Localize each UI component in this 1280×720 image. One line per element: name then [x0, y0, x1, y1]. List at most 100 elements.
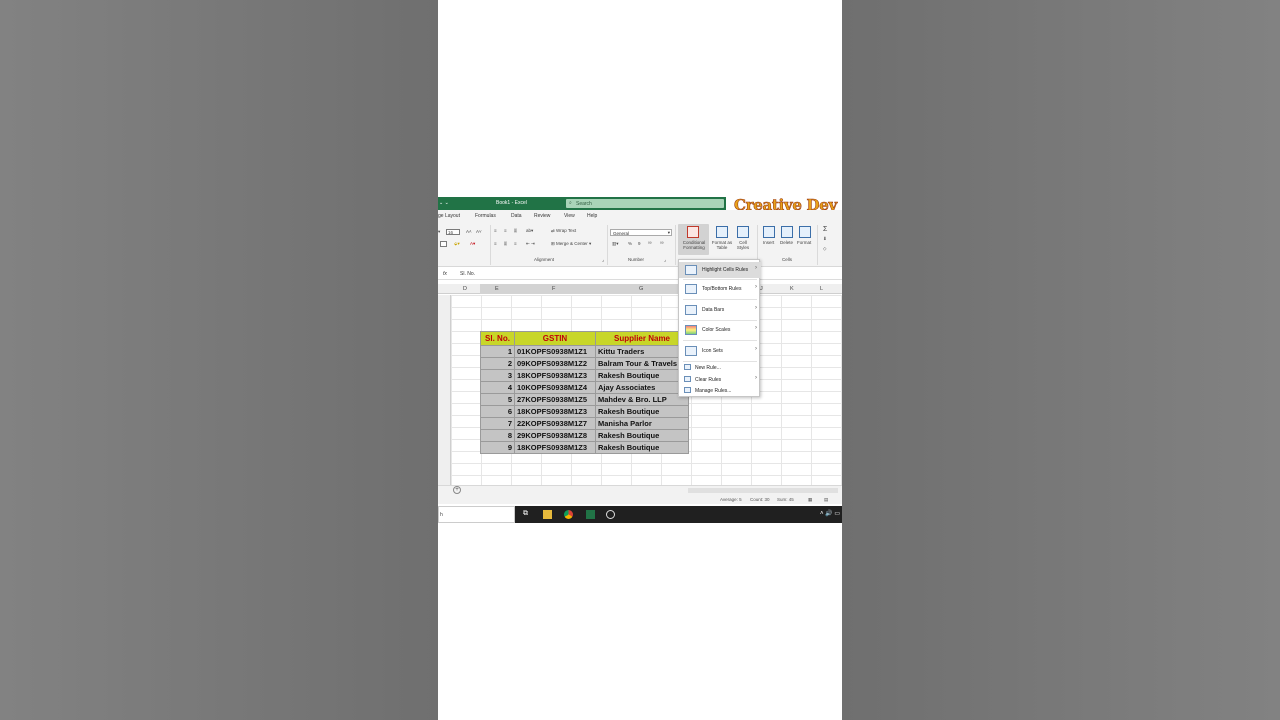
- cell-gstin[interactable]: 29KOPFS0938M1Z8: [514, 429, 596, 442]
- format-label[interactable]: Format: [797, 240, 811, 245]
- percent-icon[interactable]: %: [628, 241, 632, 246]
- align-middle-icon[interactable]: ≡: [504, 228, 507, 233]
- delete-icon[interactable]: [781, 226, 793, 238]
- format-as-table-icon[interactable]: [716, 226, 728, 238]
- fill-color-icon[interactable]: ⬙▾: [454, 241, 460, 247]
- header-gstin[interactable]: GSTIN: [514, 331, 596, 346]
- file-explorer-icon[interactable]: [543, 510, 552, 519]
- align-left-icon[interactable]: ≡: [494, 241, 497, 246]
- system-tray-icons[interactable]: ˄ 🔊 ▭: [820, 510, 840, 517]
- column-header-d[interactable]: D: [463, 286, 467, 292]
- cell-sl-no[interactable]: 1: [480, 345, 515, 358]
- tab-help[interactable]: Help: [587, 213, 597, 219]
- cell-gstin[interactable]: 18KOPFS0938M1Z3: [514, 405, 596, 418]
- normal-view-icon[interactable]: ▦: [808, 497, 812, 503]
- autosum-icon[interactable]: Σ: [823, 226, 827, 233]
- align-center-icon[interactable]: ≡: [504, 241, 507, 246]
- column-header-f[interactable]: F: [552, 286, 555, 292]
- add-sheet-button[interactable]: +: [453, 486, 461, 494]
- align-bottom-icon[interactable]: ≡: [514, 228, 517, 233]
- cell-gstin[interactable]: 18KOPFS0938M1Z3: [514, 369, 596, 382]
- format-as-table-label[interactable]: Format as Table: [710, 240, 734, 250]
- clear-icon[interactable]: ◇: [823, 246, 826, 252]
- cell-sl-no[interactable]: 4: [480, 381, 515, 394]
- cell-supplier-name[interactable]: Manisha Parlor: [595, 417, 689, 430]
- cell-gstin[interactable]: 01KOPFS0938M1Z1: [514, 345, 596, 358]
- increase-decimal-icon[interactable]: ⁰⁰: [648, 241, 652, 247]
- cell-supplier-name[interactable]: Rakesh Boutique: [595, 405, 689, 418]
- column-header-k[interactable]: K: [790, 286, 794, 292]
- quick-access-controls[interactable]: ⌄ ⌄: [439, 200, 449, 206]
- orientation-icon[interactable]: ab▾: [526, 228, 533, 234]
- page-layout-view-icon[interactable]: ▤: [824, 497, 828, 503]
- cell-sl-no[interactable]: 5: [480, 393, 515, 406]
- menu-item-new-rule[interactable]: New Rule...: [679, 362, 761, 373]
- tab-page-layout[interactable]: ge Layout: [438, 213, 460, 219]
- cell-supplier-name[interactable]: Rakesh Boutique: [595, 369, 689, 382]
- column-header-g[interactable]: G: [639, 286, 643, 292]
- border-icon[interactable]: [440, 241, 447, 247]
- column-header-e[interactable]: E: [495, 286, 499, 292]
- menu-item-manage-rules[interactable]: Manage Rules...: [679, 385, 761, 396]
- cell-sl-no[interactable]: 2: [480, 357, 515, 370]
- font-color-icon[interactable]: A▾: [470, 241, 475, 247]
- cell-gstin[interactable]: 22KOPFS0938M1Z7: [514, 417, 596, 430]
- currency-icon[interactable]: ▥▾: [612, 241, 619, 247]
- cell-supplier-name[interactable]: Balram Tour & Travels: [595, 357, 689, 370]
- search-box[interactable]: ⌕ Search: [566, 199, 724, 208]
- format-icon[interactable]: [799, 226, 811, 238]
- cell-supplier-name[interactable]: Rakesh Boutique: [595, 429, 689, 442]
- decrease-decimal-icon[interactable]: ⁰⁰: [660, 241, 664, 247]
- menu-item-clear-rules[interactable]: Clear Rules ›: [679, 374, 761, 385]
- tab-view[interactable]: View: [564, 213, 575, 219]
- cell-supplier-name[interactable]: Rakesh Boutique: [595, 441, 689, 454]
- chrome-icon[interactable]: [564, 510, 573, 519]
- cell-gstin[interactable]: 27KOPFS0938M1Z5: [514, 393, 596, 406]
- dialog-launcher-icon[interactable]: ⌟: [602, 257, 604, 263]
- menu-item-color-scales[interactable]: Color Scales ›: [679, 322, 761, 338]
- header-sl-no[interactable]: Sl. No.: [480, 331, 515, 346]
- tab-formulas[interactable]: Formulas: [475, 213, 496, 219]
- delete-label[interactable]: Delete: [780, 240, 793, 245]
- cell-supplier-name[interactable]: Ajay Associates: [595, 381, 689, 394]
- taskbar-search[interactable]: h: [438, 506, 515, 523]
- menu-item-icon-sets[interactable]: Icon Sets ›: [679, 343, 761, 359]
- decrease-font-icon[interactable]: A˅: [476, 229, 482, 234]
- merge-center-button[interactable]: ⊞ Merge & Center ▾: [551, 241, 591, 247]
- cell-sl-no[interactable]: 8: [480, 429, 515, 442]
- insert-icon[interactable]: [763, 226, 775, 238]
- cell-gstin[interactable]: 10KOPFS0938M1Z4: [514, 381, 596, 394]
- dialog-launcher-icon[interactable]: ⌟: [664, 257, 666, 263]
- task-view-icon[interactable]: ⧉: [523, 510, 532, 519]
- menu-item-data-bars[interactable]: Data Bars ›: [679, 302, 761, 318]
- tab-data[interactable]: Data: [511, 213, 522, 219]
- menu-item-highlight-cells-rules[interactable]: Highlight Cells Rules ›: [679, 262, 761, 278]
- cell-sl-no[interactable]: 9: [480, 441, 515, 454]
- align-top-icon[interactable]: ≡: [494, 228, 497, 233]
- cell-supplier-name[interactable]: Kittu Traders: [595, 345, 689, 358]
- font-name-fragment[interactable]: ▾: [438, 229, 440, 235]
- wrap-text-button[interactable]: ⇌ Wrap Text: [551, 228, 576, 234]
- cell-styles-label[interactable]: Cell Styles: [734, 240, 752, 250]
- insert-label[interactable]: Insert: [763, 240, 774, 245]
- cell-sl-no[interactable]: 3: [480, 369, 515, 382]
- horizontal-scrollbar[interactable]: [688, 488, 838, 493]
- header-supplier-name[interactable]: Supplier Name: [595, 331, 689, 346]
- align-right-icon[interactable]: ≡: [514, 241, 517, 246]
- comma-icon[interactable]: 9: [638, 241, 641, 246]
- cell-sl-no[interactable]: 6: [480, 405, 515, 418]
- formula-input[interactable]: Sl. No.: [460, 271, 475, 277]
- app-icon[interactable]: [606, 510, 615, 519]
- cell-gstin[interactable]: 09KOPFS0938M1Z2: [514, 357, 596, 370]
- cell-supplier-name[interactable]: Mahdev & Bro. LLP: [595, 393, 689, 406]
- menu-item-top-bottom-rules[interactable]: Top/Bottom Rules ›: [679, 281, 761, 297]
- tab-review[interactable]: Review: [534, 213, 550, 219]
- fill-icon[interactable]: ⬇: [823, 236, 827, 242]
- indent-icon[interactable]: ⇤ ⇥: [526, 241, 535, 247]
- cell-gstin[interactable]: 18KOPFS0938M1Z3: [514, 441, 596, 454]
- column-header-l[interactable]: L: [820, 286, 823, 292]
- increase-font-icon[interactable]: A˄: [466, 229, 472, 234]
- number-format-dropdown[interactable]: General ▾: [610, 229, 672, 236]
- cell-sl-no[interactable]: 7: [480, 417, 515, 430]
- cell-styles-icon[interactable]: [737, 226, 749, 238]
